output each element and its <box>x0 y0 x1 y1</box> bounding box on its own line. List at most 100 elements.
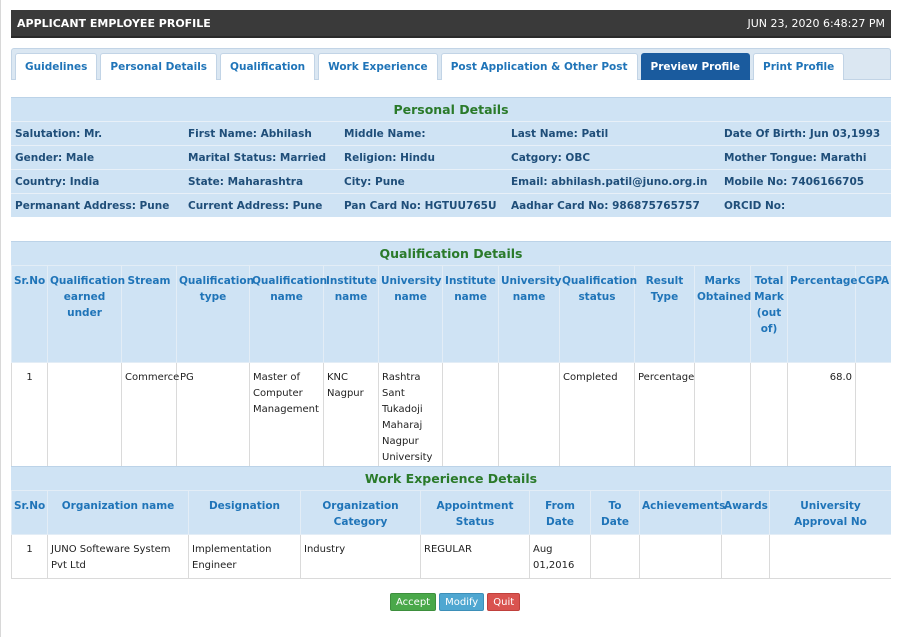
orcid-no-field: ORCID No: <box>724 199 786 212</box>
email-field: Email: abhilash.patil@juno.org.in <box>511 175 708 188</box>
tab-qualification[interactable]: Qualification <box>220 53 316 80</box>
personal-details-row: Country: India State: Maharashtra City: Pu… <box>11 169 891 193</box>
personal-details-section: Personal Details Salutation: Mr. First Na… <box>11 97 891 217</box>
column-header: CGPA <box>855 265 891 363</box>
column-header: Total Mark (out of) <box>750 265 788 363</box>
table-cell: Implementation Engineer <box>188 534 301 579</box>
tab-print-profile[interactable]: Print Profile <box>753 53 845 80</box>
column-header: Stream <box>121 265 177 363</box>
first-name-field: First Name: Abhilash <box>188 127 312 140</box>
category-field: Catgory: OBC <box>511 151 591 164</box>
personal-details-row: Gender: Male Marital Status: Married Relig… <box>11 145 891 169</box>
middle-name-field: Middle Name: <box>344 127 426 140</box>
page-title: APPLICANT EMPLOYEE PROFILE <box>17 16 211 30</box>
modify-button[interactable]: Modify <box>439 593 485 611</box>
table-cell <box>442 362 499 471</box>
column-header: University name <box>498 265 561 363</box>
table-row: 1 Commerce PG Master of Computer Management… <box>11 362 891 471</box>
table-cell: 1 <box>11 362 48 471</box>
column-header: Awards <box>721 490 770 535</box>
table-cell: Percentage <box>634 362 695 471</box>
country-field: Country: India <box>15 175 100 188</box>
qualification-title: Qualification Details <box>11 241 891 265</box>
table-cell: Master of Computer Management <box>249 362 324 471</box>
table-cell <box>855 362 891 471</box>
tab-guidelines[interactable]: Guidelines <box>15 53 98 80</box>
religion-field: Religion: Hindu <box>344 151 435 164</box>
column-header: University Approval No <box>769 490 891 535</box>
action-buttons: Accept Modify Quit <box>390 593 521 611</box>
table-cell: JUNO Softeware System Pvt Ltd <box>47 534 189 579</box>
work-experience-table: Sr.No Organization name Designation Organiz… <box>11 490 891 579</box>
column-header: Institute name <box>442 265 499 363</box>
quit-button[interactable]: Quit <box>487 593 521 611</box>
state-field: State: Maharashtra <box>188 175 304 188</box>
datetime: JUN 23, 2020 6:48:27 PM <box>747 16 885 30</box>
mother-tongue-field: Mother Tongue: Marathi <box>724 151 867 164</box>
table-cell <box>639 534 722 579</box>
column-header: Designation <box>188 490 301 535</box>
column-header: Qualification status <box>559 265 637 363</box>
tab-post-application[interactable]: Post Application & Other Post <box>440 53 638 80</box>
salutation-field: Salutation: Mr. <box>15 127 103 140</box>
column-header: Organization name <box>47 490 189 535</box>
pan-card-no-field: Pan Card No: HGTUU765U <box>344 199 497 212</box>
table-cell <box>47 362 122 471</box>
current-address-field: Current Address: Pune <box>188 199 323 212</box>
column-header: Appointment Status <box>420 490 530 535</box>
aadhar-card-no-field: Aadhar Card No: 986875765757 <box>511 199 700 212</box>
table-cell: 1 <box>11 534 48 579</box>
column-header: Percentage <box>787 265 858 363</box>
column-header: From Date <box>529 490 591 535</box>
qualification-section: Qualification Details Sr.No Qualification… <box>11 241 891 471</box>
column-header: University name <box>378 265 443 363</box>
table-cell <box>769 534 891 579</box>
column-header: Sr.No <box>11 265 48 363</box>
table-cell: 68.0 <box>787 362 856 471</box>
permanent-address-field: Permanant Address: Pune <box>15 199 170 212</box>
mobile-no-field: Mobile No: 7406166705 <box>724 175 865 188</box>
qualification-table: Sr.No Qualification earned under Stream Qua… <box>11 265 891 471</box>
page: APPLICANT EMPLOYEE PROFILE JUN 23, 2020 … <box>0 0 900 637</box>
column-header: Institute name <box>323 265 379 363</box>
column-header: Achievements <box>639 490 725 535</box>
work-experience-section: Work Experience Details Sr.No Organizatio… <box>11 466 891 579</box>
title-bar: APPLICANT EMPLOYEE PROFILE JUN 23, 2020 … <box>11 10 891 38</box>
table-cell <box>721 534 770 579</box>
table-row: 1 JUNO Softeware System Pvt Ltd Implementa… <box>11 534 891 579</box>
column-header: Marks Obtained <box>694 265 751 363</box>
table-cell: PG <box>176 362 250 471</box>
work-experience-title: Work Experience Details <box>11 466 891 490</box>
table-cell <box>498 362 560 471</box>
tab-work-experience[interactable]: Work Experience <box>318 53 438 80</box>
table-cell: Completed <box>559 362 635 471</box>
date-of-birth-field: Date Of Birth: Jun 03,1993 <box>724 127 881 140</box>
personal-details-row: Permanant Address: Pune Current Address: … <box>11 193 891 217</box>
gender-field: Gender: Male <box>15 151 95 164</box>
last-name-field: Last Name: Patil <box>511 127 609 140</box>
city-field: City: Pune <box>344 175 405 188</box>
column-header: Result Type <box>634 265 695 363</box>
column-header: Qualification name <box>249 265 327 363</box>
column-header: Qualification type <box>176 265 254 363</box>
column-header: Organization Category <box>300 490 421 535</box>
table-cell: Rashtra Sant Tukadoji Maharaj Nagpur Uni… <box>378 362 443 471</box>
personal-details-title: Personal Details <box>11 97 891 121</box>
table-cell: REGULAR <box>420 534 530 579</box>
table-cell: Aug 01,2016 <box>529 534 591 579</box>
table-cell: KNC Nagpur <box>323 362 379 471</box>
marital-status-field: Marital Status: Married <box>188 151 327 164</box>
table-cell <box>694 362 751 471</box>
tab-preview-profile[interactable]: Preview Profile <box>640 53 751 80</box>
tab-bar: Guidelines Personal Details Qualificatio… <box>11 48 891 80</box>
tab-personal-details[interactable]: Personal Details <box>100 53 218 80</box>
table-cell <box>750 362 788 471</box>
table-cell: Industry <box>300 534 421 579</box>
personal-details-row: Salutation: Mr. First Name: Abhilash Middl… <box>11 121 891 145</box>
column-header: Sr.No <box>11 490 48 535</box>
column-header: Qualification earned under <box>47 265 125 363</box>
column-header: To Date <box>590 490 640 535</box>
accept-button[interactable]: Accept <box>390 593 437 611</box>
table-cell <box>590 534 640 579</box>
table-cell: Commerce <box>121 362 179 471</box>
